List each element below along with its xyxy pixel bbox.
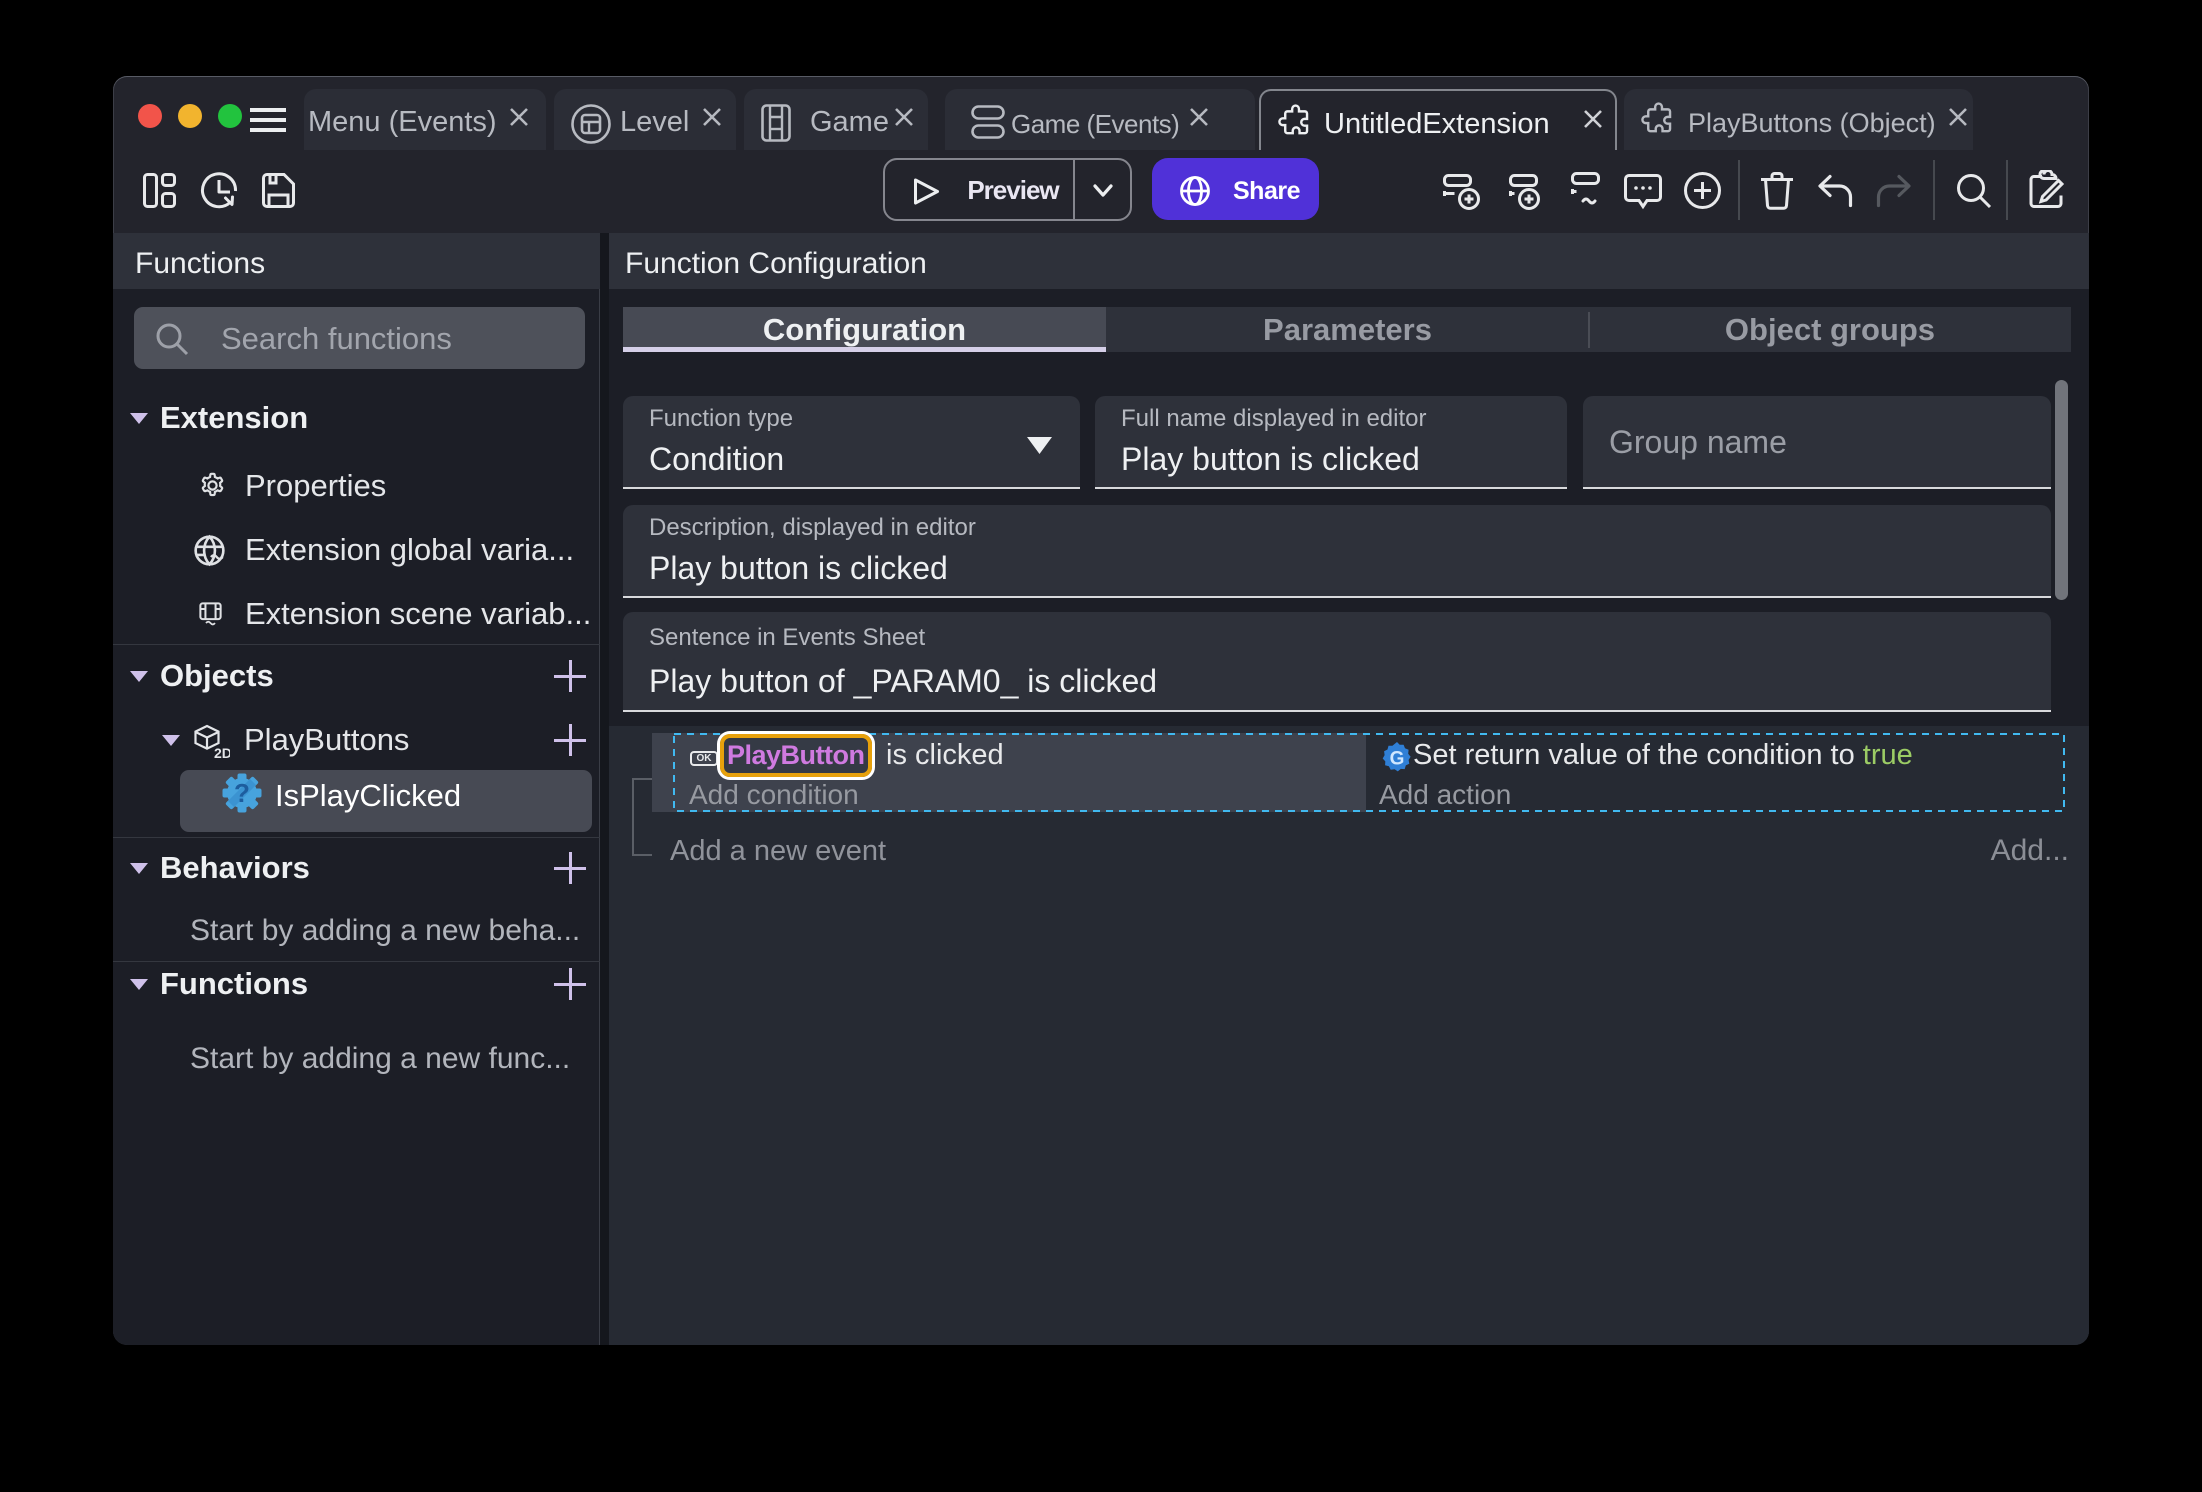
svg-text:?: ? xyxy=(234,778,250,808)
svg-text:G: G xyxy=(1390,749,1405,770)
svg-text:2D: 2D xyxy=(214,745,230,761)
